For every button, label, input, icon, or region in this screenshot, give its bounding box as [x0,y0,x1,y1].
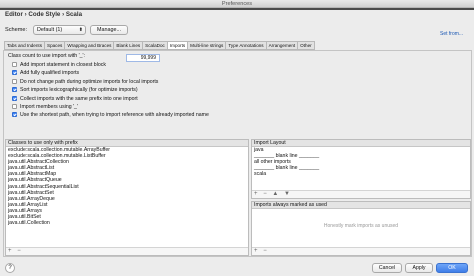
apply-button[interactable]: Apply [405,263,433,273]
scheme-value: Default (1) [37,27,63,33]
remove-icon[interactable]: − [263,248,267,254]
move-up-icon[interactable]: ▲ [272,191,278,197]
prefix-classes-list[interactable]: exclude:scala.collection.mutable.ArrayBu… [6,147,248,226]
layout-toolbar: + − ▲ ▼ [252,190,470,198]
option-label: Add import statement in closest block [20,62,106,68]
checkbox[interactable] [12,70,17,76]
add-icon[interactable]: + [254,248,258,254]
breadcrumb: Editor › Code Style › Scala [5,11,83,18]
scheme-label: Scheme: [5,27,28,33]
option-row[interactable]: Add fully qualified imports [12,70,79,77]
add-icon[interactable]: + [8,248,12,254]
option-label: Sort imports lexicographically (for opti… [20,87,138,94]
option-row[interactable]: Sort imports lexicographically (for opti… [12,87,138,94]
tab-imports[interactable]: Imports [166,41,188,50]
tab-multi-line-strings[interactable]: Multi-line strings [187,41,226,50]
always-used-panel: Imports always marked as used Honestly m… [251,201,471,256]
class-count-input[interactable]: 99,999 [126,54,160,62]
cancel-button[interactable]: Cancel [372,263,402,273]
checkbox[interactable] [12,78,17,84]
ok-button[interactable]: OK [436,263,468,273]
option-label: Do not change path during optimize impor… [20,78,159,85]
always-used-empty-text: Honestly mark imports as unused [323,223,399,229]
tab-spaces[interactable]: Spaces [44,41,65,50]
option-label: Use the shortest path, when trying to im… [20,112,209,119]
tab-type-annotations[interactable]: Type Annotations [225,41,266,50]
remove-icon[interactable]: − [263,191,267,197]
option-row[interactable]: Do not change path during optimize impor… [12,78,159,86]
preferences-window: Preferences Editor › Code Style › Scala … [0,0,474,276]
imports-settings-panel: Class count to use import with '_': Add … [3,50,472,257]
title-divider [0,8,474,10]
always-used-header: Imports always marked as used [252,202,470,209]
checkbox[interactable] [12,87,17,93]
list-item[interactable]: scala [252,171,470,177]
checkbox[interactable] [12,104,17,109]
tab-arrangement[interactable]: Arrangement [265,41,298,50]
import-layout-header: Import Layout [252,140,470,147]
option-label: Collect imports with the same prefix int… [20,95,138,102]
tab-bar: Tabs and Indents Spaces Wrapping and Brace… [4,41,315,50]
import-layout-panel: Import Layout java _______ blank line ___… [251,139,471,199]
tab-wrapping-and-braces[interactable]: Wrapping and Braces [64,41,114,50]
tab-other[interactable]: Other [297,41,315,50]
always-used-toolbar: + − [252,247,470,255]
move-down-icon[interactable]: ▼ [284,191,290,197]
chevron-down-icon: ⬍ [78,27,83,33]
list-item[interactable]: java.util.Collection [6,220,248,226]
tab-blank-lines[interactable]: Blank Lines [113,41,143,50]
import-layout-list[interactable]: java _______ blank line _______ all other … [252,147,470,177]
option-label: Add fully qualified imports [20,70,80,77]
option-label: Import members using '_' [20,104,78,110]
checkbox[interactable] [12,95,17,101]
checkbox[interactable] [12,62,17,67]
option-row[interactable]: Import members using '_' [12,104,78,111]
prefix-classes-header: Classes to use only with prefix [6,140,248,147]
help-button[interactable]: ? [5,263,15,273]
remove-icon[interactable]: − [17,248,21,254]
window-title: Preferences [0,0,474,8]
prefix-toolbar: + − [6,247,248,255]
set-from-link[interactable]: Set from... [440,31,463,37]
option-row[interactable]: Add import statement in closest block [12,62,106,69]
scheme-select[interactable]: Default (1) ⬍ [33,25,86,35]
tab-scaladoc[interactable]: ScalaDoc [142,41,167,50]
class-count-label: Class count to use import with '_': [8,53,85,59]
tab-tabs-and-indents[interactable]: Tabs and Indents [4,41,44,50]
option-row[interactable]: Use the shortest path, when trying to im… [12,112,209,119]
checkbox[interactable] [12,112,17,118]
add-icon[interactable]: + [254,191,258,197]
prefix-classes-panel: Classes to use only with prefix exclude:… [5,139,249,256]
manage-button[interactable]: Manage... [90,25,128,35]
option-row[interactable]: Collect imports with the same prefix int… [12,95,138,103]
